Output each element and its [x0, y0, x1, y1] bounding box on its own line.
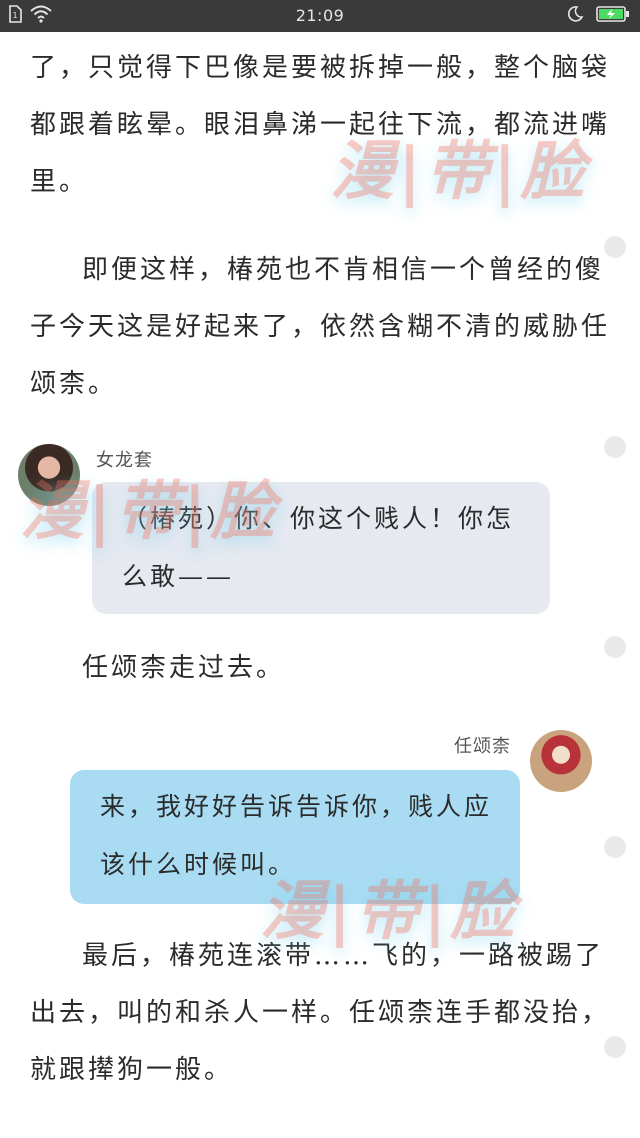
- dialogue-bubble-right: 来，我好好告诉告诉你，贱人应该什么时候叫。: [70, 770, 520, 904]
- paragraph-2: 即便这样，椿苑也不肯相信一个曾经的傻子今天这是好起来了，依然含糊不清的威胁任颂柰…: [30, 255, 611, 399]
- scroll-marker[interactable]: [604, 436, 626, 458]
- paragraph-4: 最后，椿苑连滚带……飞的，一路被踢了出去，叫的和杀人一样。任颂柰连手都没抬，就跟…: [30, 941, 611, 1085]
- scroll-marker[interactable]: [604, 236, 626, 258]
- status-right-icons: [566, 5, 630, 27]
- battery-charging-icon: [596, 5, 630, 27]
- speaker-name-right: 任颂柰: [454, 736, 511, 757]
- avatar-female-extra: [18, 444, 80, 506]
- scroll-marker[interactable]: [604, 1036, 626, 1058]
- status-time: 21:09: [295, 6, 345, 25]
- moon-icon: [566, 5, 584, 27]
- dialogue-bubble-left: （椿苑）你、你这个贱人！你怎么敢——: [92, 482, 550, 614]
- paragraph-3: 任颂柰走过去。: [82, 653, 286, 683]
- scroll-marker[interactable]: [604, 636, 626, 658]
- avatar-ren-songnai: [530, 730, 592, 792]
- scroll-marker[interactable]: [604, 836, 626, 858]
- speaker-name-left: 女龙套: [96, 450, 153, 471]
- paragraph-1: 了，只觉得下巴像是要被拆掉一般，整个脑袋都跟着眩晕。眼泪鼻涕一起往下流，都流进嘴…: [30, 53, 611, 197]
- status-bar: 1 21:09: [0, 0, 640, 32]
